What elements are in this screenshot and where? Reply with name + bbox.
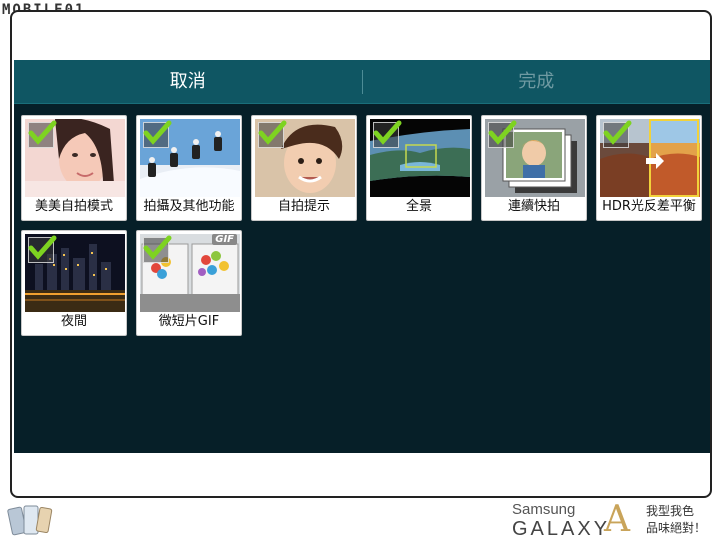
ad-footer: Samsung GALAXY A 我型我色 品味絕對！ xyxy=(0,500,720,540)
slogan-line-1: 我型我色 xyxy=(646,504,695,518)
checkmark-icon[interactable] xyxy=(143,235,172,263)
gif-badge: GIF xyxy=(212,234,237,245)
camera-mode-manager: 取消 完成 美美自拍模式 拍攝及其他功能 自拍提示 全景 連續快拍 HDR光反差… xyxy=(14,60,710,453)
slogan: 我型我色 品味絕對！ xyxy=(646,503,706,537)
mode-label: 連續快拍 xyxy=(507,199,560,214)
cancel-button[interactable]: 取消 xyxy=(14,60,362,104)
checkmark-icon[interactable] xyxy=(28,120,57,148)
mode-tile-shot-and-more[interactable]: 拍攝及其他功能 xyxy=(136,115,242,221)
phones-image xyxy=(6,504,54,536)
checkmark-icon[interactable] xyxy=(373,120,402,148)
mode-tile-gif[interactable]: GIF 微短片GIF xyxy=(136,230,242,336)
checkmark-icon[interactable] xyxy=(28,235,57,263)
mode-tile-panorama[interactable]: 全景 xyxy=(366,115,472,221)
mode-tile-night[interactable]: 夜間 xyxy=(21,230,127,336)
done-button[interactable]: 完成 xyxy=(363,60,711,104)
action-bar: 取消 完成 xyxy=(14,60,710,104)
brand-samsung: Samsung xyxy=(512,501,576,518)
checkmark-icon[interactable] xyxy=(258,120,287,148)
mode-label: 微短片GIF xyxy=(158,314,220,329)
phone-screen-frame: 取消 完成 美美自拍模式 拍攝及其他功能 自拍提示 全景 連續快拍 HDR光反差… xyxy=(10,10,712,498)
checkmark-icon[interactable] xyxy=(488,120,517,148)
mode-label: 拍攝及其他功能 xyxy=(143,199,235,214)
checkmark-icon[interactable] xyxy=(143,120,172,148)
brand-galaxy: GALAXY xyxy=(512,518,611,540)
mode-label: 夜間 xyxy=(60,314,87,329)
mode-tile-burst[interactable]: 連續快拍 xyxy=(481,115,587,221)
mode-label: 美美自拍模式 xyxy=(34,199,113,214)
mode-label: 全景 xyxy=(405,199,432,214)
mode-tile-selfie-tips[interactable]: 自拍提示 xyxy=(251,115,357,221)
mode-tile-beauty-face[interactable]: 美美自拍模式 xyxy=(21,115,127,221)
slogan-line-2: 品味絕對！ xyxy=(646,521,707,535)
samsung-galaxy-logo: Samsung GALAXY xyxy=(512,502,610,540)
mode-label: 自拍提示 xyxy=(277,199,330,214)
galaxy-a-letter: A xyxy=(604,499,630,540)
mode-tile-hdr[interactable]: HDR光反差平衡 xyxy=(596,115,702,221)
mode-label: HDR光反差平衡 xyxy=(602,199,696,214)
checkmark-icon[interactable] xyxy=(603,120,632,148)
